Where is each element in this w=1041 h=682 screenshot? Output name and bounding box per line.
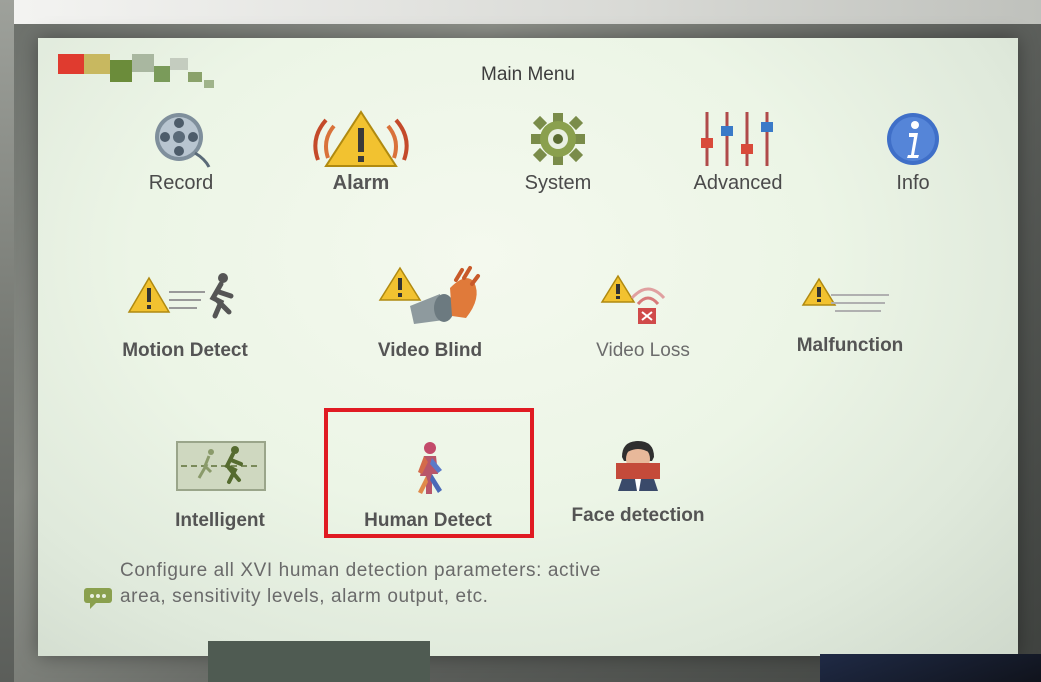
reel-icon [106,108,256,170]
category-label: System [524,172,592,194]
monitor-frame-top [0,0,1041,24]
category-label: Record [148,172,214,194]
monitor-stand [208,641,430,682]
video-loss-icon [543,258,743,328]
selection-highlight [324,408,534,538]
intelligent-icon [120,428,320,498]
item-label: Malfunction [796,335,904,356]
category-label: Alarm [332,172,390,194]
menu-item-face-detection[interactable]: Face detection [538,423,738,527]
menu-item-malfunction[interactable]: Malfunction [750,253,950,357]
category-system[interactable]: System [483,108,633,195]
info-icon [838,108,988,170]
category-advanced[interactable]: Advanced [663,108,813,195]
gear-icon [483,108,633,170]
category-record[interactable]: Record [106,108,256,195]
item-label: Intelligent [175,510,265,531]
face-detection-icon [538,423,738,493]
chat-bubble-icon [82,586,114,615]
category-label: Info [896,172,930,194]
category-label: Advanced [693,172,783,194]
help-line-2: area, sensitivity levels, alarm output, … [120,586,489,607]
menu-item-video-blind[interactable]: Video Blind [330,258,530,362]
category-info[interactable]: Info [838,108,988,195]
page-title: Main Menu [481,64,575,85]
menu-item-video-loss[interactable]: Video Loss [543,258,743,362]
monitor-frame-left [0,0,14,682]
help-line-1: Configure all XVI human detection parame… [120,560,602,581]
background-object [820,654,1041,682]
category-alarm[interactable]: Alarm [286,108,436,195]
dvr-screen: Main Menu Record Alarm System Advanced I… [38,38,1018,656]
menu-item-intelligent[interactable]: Intelligent [120,428,320,532]
item-label: Motion Detect [122,340,248,361]
video-blind-icon [330,258,530,328]
item-label: Face detection [571,505,705,526]
sliders-icon [663,108,813,170]
menu-item-motion-detect[interactable]: Motion Detect [85,258,285,362]
motion-detect-icon [85,258,285,328]
alarm-warning-icon [286,108,436,170]
malfunction-icon [750,253,950,323]
item-label: Video Loss [596,340,690,361]
help-text: Configure all XVI human detection parame… [120,558,880,610]
item-label: Video Blind [377,340,483,361]
